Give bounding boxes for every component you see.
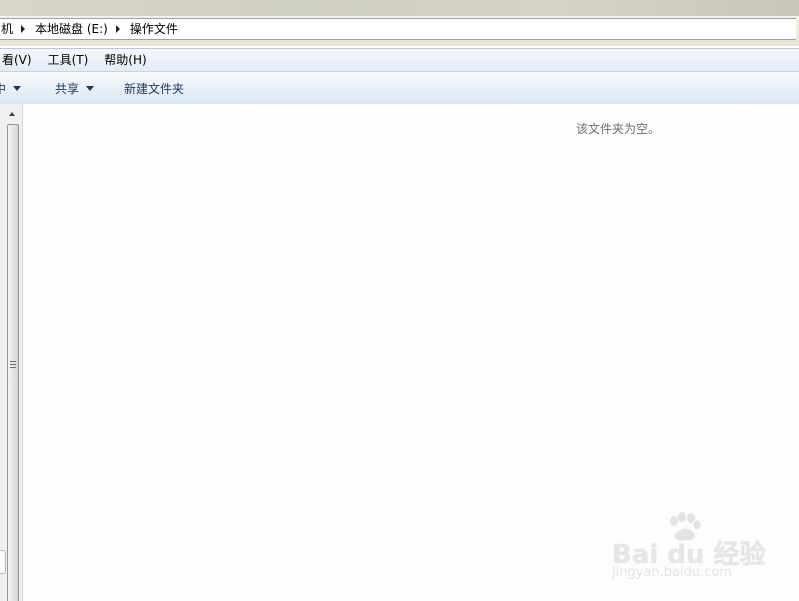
command-toolbar: 中 共享 新建文件夹: [0, 72, 799, 105]
title-bar: [0, 0, 799, 16]
scrollbar-grip-icon: [10, 361, 16, 368]
empty-folder-message: 该文件夹为空。: [576, 122, 661, 136]
scrollbar-thumb[interactable]: [7, 124, 19, 601]
scroll-up-arrow-icon: [9, 112, 15, 116]
breadcrumb-arrow-icon[interactable]: [115, 25, 120, 33]
include-in-library-label: 中: [0, 81, 7, 96]
menu-help[interactable]: 帮助(H): [96, 50, 154, 70]
breadcrumb-computer[interactable]: 机: [0, 19, 19, 39]
dropdown-arrow-icon: [86, 85, 95, 91]
dropdown-arrow-icon: [13, 85, 22, 91]
breadcrumb-arrow-icon[interactable]: [21, 25, 26, 33]
address-bar: 机 本地磁盘 (E:) 操作文件: [0, 16, 799, 46]
watermark-url: jingyan.baidu.com: [612, 565, 732, 580]
explorer-window: 机 本地磁盘 (E:) 操作文件 看(V) 工具(T) 帮助(H) 中 共享 新…: [0, 0, 799, 601]
new-folder-button[interactable]: 新建文件夹: [112, 76, 196, 100]
breadcrumb[interactable]: 机 本地磁盘 (E:) 操作文件: [0, 18, 796, 40]
navigation-pane-edge: [0, 550, 6, 574]
breadcrumb-local-disk[interactable]: 本地磁盘 (E:): [31, 19, 114, 39]
navigation-pane-scrollbar[interactable]: [0, 104, 23, 601]
menu-view[interactable]: 看(V): [0, 50, 40, 70]
menu-tools[interactable]: 工具(T): [40, 50, 97, 70]
share-button[interactable]: 共享: [43, 76, 106, 100]
baidu-jingyan-watermark: Bai du 经验 jingyan.baidu.com: [600, 510, 775, 585]
share-label: 共享: [55, 81, 80, 96]
breadcrumb-current-folder[interactable]: 操作文件: [126, 19, 184, 39]
scroll-up-button[interactable]: [6, 108, 20, 122]
menu-bar: 看(V) 工具(T) 帮助(H): [0, 48, 799, 72]
include-in-library-button[interactable]: 中: [0, 76, 33, 100]
new-folder-label: 新建文件夹: [124, 81, 185, 96]
